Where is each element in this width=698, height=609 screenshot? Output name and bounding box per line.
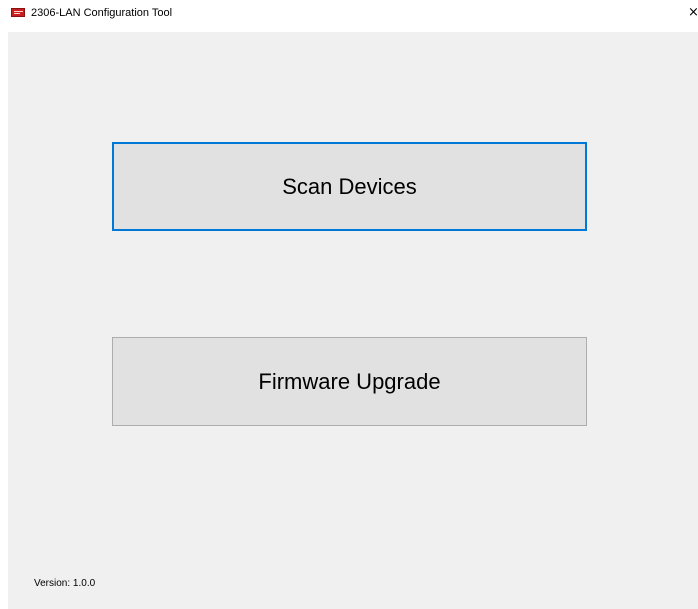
main-panel: Scan Devices Firmware Upgrade Version: 1… [8, 32, 698, 609]
scan-devices-button[interactable]: Scan Devices [112, 142, 587, 231]
close-icon[interactable]: × [688, 4, 698, 22]
version-label: Version: 1.0.0 [34, 578, 96, 589]
title-bar[interactable]: 2306-LAN Configuration Tool × [0, 0, 698, 32]
firmware-upgrade-button[interactable]: Firmware Upgrade [112, 337, 587, 426]
window-title: 2306-LAN Configuration Tool [31, 7, 173, 19]
firmware-upgrade-label: Firmware Upgrade [258, 368, 441, 394]
app-window: 2306-LAN Configuration Tool × Scan Devic… [0, 0, 698, 609]
app-logo-icon [11, 8, 25, 17]
scan-devices-label: Scan Devices [282, 173, 417, 199]
